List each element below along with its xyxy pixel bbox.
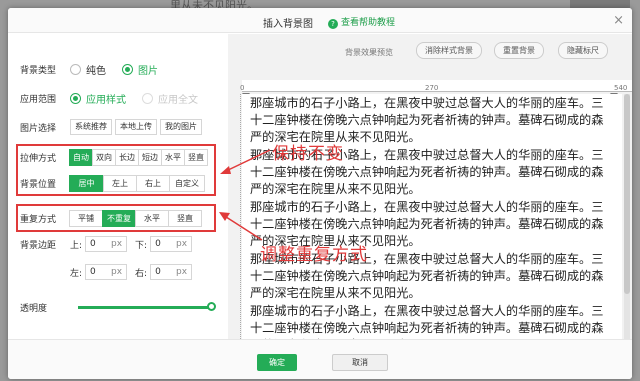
radio-dot bbox=[122, 63, 133, 75]
unit-px: px bbox=[111, 239, 123, 249]
margin-left-value: 0 bbox=[90, 267, 96, 277]
clear-style-bg-button[interactable]: 消除样式背景 bbox=[416, 42, 482, 59]
apply-scope-row: 应用范围 应用样式 应用全文 bbox=[20, 89, 214, 107]
repeat-vertical[interactable]: 竖直 bbox=[168, 209, 202, 227]
bg-type-label: 背景类型 bbox=[20, 65, 57, 76]
radio-label: 应用全文 bbox=[158, 94, 198, 106]
opacity-slider-knob[interactable] bbox=[207, 302, 216, 311]
position-segmented: 居中 左上 右上 自定义 bbox=[69, 174, 205, 192]
stretch-short-edge[interactable]: 短边 bbox=[138, 148, 162, 166]
ruler-mid: 270 bbox=[425, 84, 439, 92]
radio-apply-all[interactable]: 应用全文 bbox=[142, 91, 198, 106]
position-top-left[interactable]: 左上 bbox=[103, 174, 137, 192]
side-ruler bbox=[233, 94, 241, 339]
radio-label: 应用样式 bbox=[86, 94, 126, 106]
position-label: 背景位置 bbox=[20, 179, 57, 190]
bg-type-row: 背景类型 纯色 图片 bbox=[20, 60, 174, 78]
preview-paragraph: 那座城市的石子小路上，在黑夜中驶过总督大人的华丽的座车。三十二座钟楼在傍晚六点钟… bbox=[250, 304, 604, 339]
preview-scrollbar[interactable] bbox=[624, 94, 630, 339]
image-select-row: 图片选择 系统推荐 本地上传 我的图片 bbox=[20, 118, 205, 136]
opacity-row: 透明度 bbox=[20, 298, 70, 316]
margin-right-label: 右: bbox=[135, 268, 148, 279]
local-upload-button[interactable]: 本地上传 bbox=[115, 119, 157, 135]
repeat-label: 重复方式 bbox=[20, 214, 57, 225]
margin-right-input[interactable]: 0 px bbox=[150, 264, 193, 280]
dialog-footer: 确定 取消 bbox=[8, 339, 632, 379]
preview-page: 那座城市的石子小路上，在黑夜中驶过总督大人的华丽的座车。三十二座钟楼在傍晚六点钟… bbox=[242, 94, 622, 339]
margin-left-input[interactable]: 0 px bbox=[85, 264, 128, 280]
radio-label: 图片 bbox=[138, 65, 158, 77]
margin-top-label: 上: bbox=[70, 240, 83, 251]
close-button[interactable]: × bbox=[613, 13, 624, 28]
help-link[interactable]: ? 查看帮助教程 bbox=[328, 15, 395, 29]
insert-background-dialog: 插入背景图 ? 查看帮助教程 × 背景类型 纯色 图片 应用范围 应用样式 应用全… bbox=[8, 8, 632, 379]
unit-px: px bbox=[176, 239, 188, 249]
margin-top-input[interactable]: 0 px bbox=[85, 236, 128, 252]
radio-dot bbox=[70, 63, 81, 75]
repeat-horizontal[interactable]: 水平 bbox=[135, 209, 169, 227]
ruler-start: 0 bbox=[240, 84, 245, 92]
stretch-segmented: 自动 双向 长边 短边 水平 竖直 bbox=[69, 148, 208, 166]
radio-image[interactable]: 图片 bbox=[122, 62, 158, 77]
stretch-label: 拉伸方式 bbox=[20, 153, 57, 164]
stretch-horizontal[interactable]: 水平 bbox=[161, 148, 185, 166]
reset-bg-button[interactable]: 重置背景 bbox=[494, 42, 544, 59]
radio-dot bbox=[70, 92, 81, 104]
unit-px: px bbox=[111, 267, 123, 277]
preview-label: 背景效果预览 bbox=[345, 48, 393, 57]
margin-right-value: 0 bbox=[155, 267, 161, 277]
image-select-label: 图片选择 bbox=[20, 123, 57, 134]
help-icon: ? bbox=[328, 19, 338, 29]
opacity-slider[interactable] bbox=[78, 302, 216, 311]
stretch-long-edge[interactable]: 长边 bbox=[115, 148, 139, 166]
position-center[interactable]: 居中 bbox=[69, 174, 104, 192]
radio-dot bbox=[142, 92, 153, 104]
margin-row-2: 左: 0 px 右: 0 px bbox=[70, 264, 200, 280]
preview-toolbar: 背景效果预览 消除样式背景 重置背景 隐藏标尺 bbox=[228, 34, 632, 62]
preview-panel: 背景效果预览 消除样式背景 重置背景 隐藏标尺 0 270 540 那座城市的石… bbox=[228, 34, 632, 339]
ruler-end: 540 bbox=[614, 84, 628, 92]
repeat-none[interactable]: 不重复 bbox=[102, 209, 136, 227]
cancel-button[interactable]: 取消 bbox=[332, 354, 388, 371]
settings-panel: 背景类型 纯色 图片 应用范围 应用样式 应用全文 图片选择 系统推荐 本地上传… bbox=[8, 34, 218, 339]
margin-left-label: 左: bbox=[70, 268, 83, 279]
margin-row-1: 背景边距 上: 0 px 下: 0 px bbox=[20, 236, 200, 252]
dialog-title: 插入背景图 bbox=[263, 19, 313, 30]
margin-top-value: 0 bbox=[90, 239, 96, 249]
unit-px: px bbox=[176, 267, 188, 277]
repeat-row: 重复方式 平铺 不重复 水平 竖直 bbox=[20, 209, 202, 227]
radio-label: 纯色 bbox=[86, 65, 106, 77]
position-top-right[interactable]: 右上 bbox=[136, 174, 170, 192]
stretch-row: 拉伸方式 自动 双向 长边 短边 水平 竖直 bbox=[20, 148, 208, 166]
radio-apply-style[interactable]: 应用样式 bbox=[70, 91, 126, 106]
ok-button[interactable]: 确定 bbox=[257, 354, 297, 371]
dialog-header: 插入背景图 ? 查看帮助教程 × bbox=[8, 8, 632, 33]
my-images-button[interactable]: 我的图片 bbox=[160, 119, 202, 135]
position-row: 背景位置 居中 左上 右上 自定义 bbox=[20, 174, 205, 192]
stretch-auto[interactable]: 自动 bbox=[69, 148, 93, 166]
repeat-segmented: 平铺 不重复 水平 竖直 bbox=[69, 209, 202, 227]
hide-ruler-button[interactable]: 隐藏标尺 bbox=[558, 42, 608, 59]
repeat-tile[interactable]: 平铺 bbox=[69, 209, 103, 227]
margin-bottom-value: 0 bbox=[155, 239, 161, 249]
stretch-both[interactable]: 双向 bbox=[92, 148, 116, 166]
margin-label: 背景边距 bbox=[20, 240, 57, 251]
margin-bottom-input[interactable]: 0 px bbox=[150, 236, 193, 252]
system-recommend-button[interactable]: 系统推荐 bbox=[70, 119, 112, 135]
radio-solid-color[interactable]: 纯色 bbox=[70, 62, 106, 77]
annotation-keep: 保持不变 bbox=[272, 144, 344, 164]
position-custom[interactable]: 自定义 bbox=[169, 174, 205, 192]
stretch-vertical[interactable]: 竖直 bbox=[184, 148, 208, 166]
annotation-adjust: 调整重复方式 bbox=[260, 245, 368, 265]
margin-bottom-label: 下: bbox=[135, 240, 148, 251]
help-link-label: 查看帮助教程 bbox=[341, 18, 396, 28]
apply-scope-label: 应用范围 bbox=[20, 94, 57, 105]
opacity-label: 透明度 bbox=[20, 303, 48, 314]
scrollbar-thumb[interactable] bbox=[624, 94, 630, 294]
